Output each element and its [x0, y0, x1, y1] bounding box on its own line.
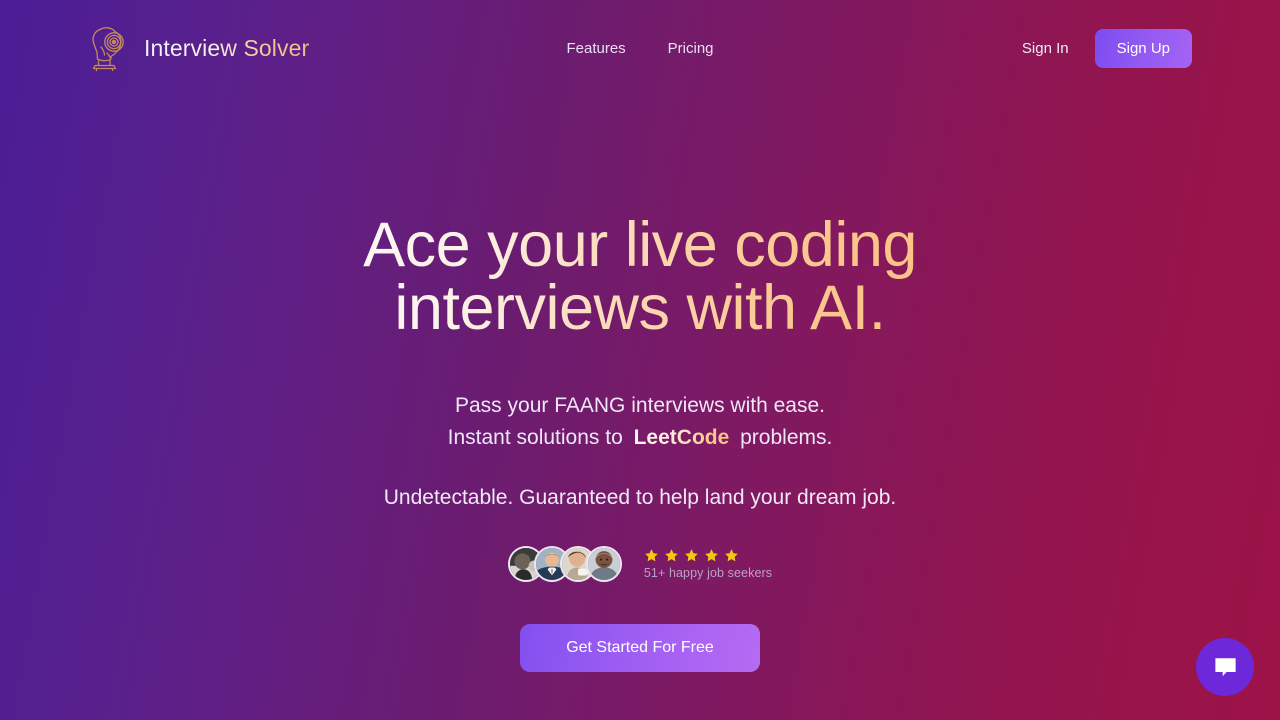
- star-rating: [644, 548, 772, 563]
- hero-headline-line-2: interviews with AI.: [394, 273, 886, 343]
- avatar-stack: [507, 545, 622, 582]
- thinker-brain-logo-icon: [88, 23, 130, 73]
- hero-subtitle: Pass your FAANG interviews with ease. In…: [448, 390, 833, 454]
- rating-block: 51+ happy job seekers: [644, 548, 772, 580]
- get-started-button[interactable]: Get Started For Free: [520, 623, 760, 672]
- sign-up-button[interactable]: Sign Up: [1094, 28, 1192, 68]
- brand-name-primary: Interview: [144, 34, 244, 61]
- hero-subtitle-suffix: problems.: [734, 425, 833, 449]
- site-header: Interview Solver Features Pricing Sign I…: [0, 0, 1280, 96]
- nav-item-pricing[interactable]: Pricing: [668, 40, 714, 57]
- star-icon: [664, 548, 679, 563]
- chat-widget-button[interactable]: [1196, 638, 1254, 696]
- hero-section: Ace your live coding interviews with AI.…: [0, 96, 1280, 720]
- leetcode-highlight: LeetCode: [629, 426, 735, 449]
- hero-headline-line-1: Ace your live coding: [363, 210, 917, 280]
- sign-in-link[interactable]: Sign In: [1022, 40, 1069, 57]
- hero-subtitle-prefix: Instant solutions to: [447, 425, 629, 449]
- brand-name-secondary: Solver: [243, 34, 310, 61]
- star-icon: [724, 548, 739, 563]
- avatar: [585, 545, 622, 582]
- nav-item-features[interactable]: Features: [566, 40, 625, 57]
- social-proof: 51+ happy job seekers: [507, 545, 772, 582]
- star-icon: [644, 548, 659, 563]
- hero-subtitle-line-2: Instant solutions to LeetCode problems.: [448, 422, 833, 454]
- header-actions: Sign In Sign Up: [1022, 28, 1192, 68]
- hero-subtitle-line-1: Pass your FAANG interviews with ease.: [455, 394, 825, 417]
- brand-name: Interview Solver: [144, 35, 309, 62]
- chat-bubble-icon: [1212, 654, 1239, 681]
- hero-headline: Ace your live coding interviews with AI.: [363, 214, 917, 340]
- star-icon: [704, 548, 719, 563]
- hero-tagline: Undetectable. Guaranteed to help land yo…: [383, 485, 897, 509]
- happy-seekers-count: 51+ happy job seekers: [643, 565, 773, 580]
- primary-nav: Features Pricing: [566, 40, 713, 57]
- star-icon: [684, 548, 699, 563]
- brand-logo-link[interactable]: Interview Solver: [88, 23, 309, 73]
